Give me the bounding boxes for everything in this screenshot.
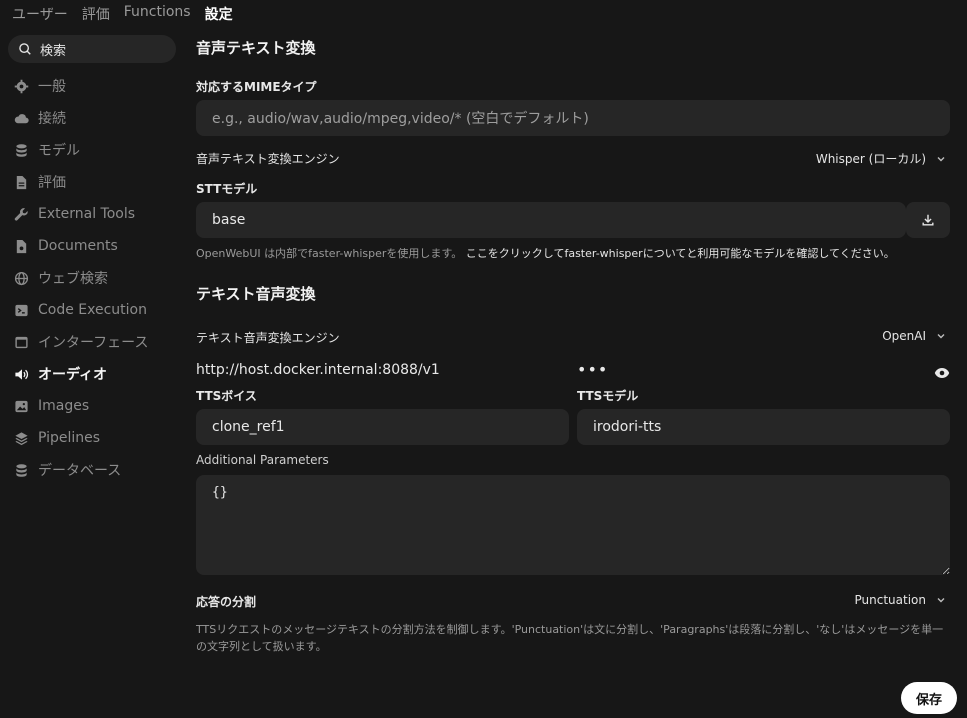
tts-section-title: テキスト音声変換 bbox=[196, 285, 316, 303]
tab-users[interactable]: ユーザー bbox=[12, 4, 68, 24]
additional-params-textarea[interactable]: {} bbox=[196, 475, 950, 575]
save-button[interactable]: 保存 bbox=[901, 682, 957, 714]
document-text-icon bbox=[16, 239, 27, 253]
sidebar-item-evaluations[interactable]: 評価 bbox=[14, 166, 184, 198]
sidebar-item-audio[interactable]: オーディオ bbox=[14, 358, 184, 390]
stt-section-title: 音声テキスト変換 bbox=[196, 39, 316, 57]
cloud-icon bbox=[14, 113, 29, 123]
sidebar-item-label: 一般 bbox=[38, 79, 66, 95]
sidebar-item-label: 評価 bbox=[38, 175, 66, 191]
sidebar-item-label: Code Execution bbox=[38, 302, 147, 318]
sidebar: 一般 接続 モデル 評価 External Tools Documents ウェ… bbox=[14, 70, 184, 486]
tab-settings[interactable]: 設定 bbox=[205, 4, 233, 24]
download-icon bbox=[922, 214, 934, 226]
sidebar-item-label: モデル bbox=[38, 143, 80, 159]
sidebar-item-label: データベース bbox=[38, 463, 122, 479]
stt-note-text: OpenWebUI は内部でfaster-whisperを使用します。 bbox=[196, 247, 463, 260]
tts-api-url-input[interactable]: http://host.docker.internal:8088/v1 bbox=[196, 362, 440, 378]
sidebar-item-label: ウェブ検索 bbox=[38, 271, 108, 287]
sidebar-item-models[interactable]: モデル bbox=[14, 134, 184, 166]
document-icon bbox=[16, 175, 27, 189]
tts-engine-label: テキスト音声変換エンジン bbox=[196, 331, 340, 345]
tts-voice-input[interactable]: clone_ref1 bbox=[196, 409, 569, 445]
faster-whisper-link[interactable]: ここをクリックしてfaster-whisperについてと利用可能なモデルを確認し… bbox=[466, 247, 895, 260]
sidebar-item-web-search[interactable]: ウェブ検索 bbox=[14, 262, 184, 294]
sidebar-item-label: 接続 bbox=[38, 111, 66, 127]
stt-engine-value: Whisper (ローカル) bbox=[815, 152, 926, 166]
download-model-button[interactable] bbox=[906, 202, 950, 238]
stt-model-input[interactable]: base bbox=[196, 202, 906, 238]
top-nav: ユーザー 評価 Functions 設定 bbox=[12, 4, 233, 24]
tts-voice-label: TTSボイス bbox=[196, 389, 257, 403]
search-box[interactable]: 検索 bbox=[8, 35, 176, 63]
speaker-icon bbox=[15, 368, 29, 380]
tab-evaluations[interactable]: 評価 bbox=[82, 4, 110, 24]
tts-model-label: TTSモデル bbox=[577, 389, 639, 403]
search-input[interactable]: 検索 bbox=[40, 40, 66, 59]
eye-icon bbox=[934, 368, 950, 378]
layers-icon bbox=[15, 431, 28, 445]
sidebar-item-label: インターフェース bbox=[38, 335, 149, 351]
response-split-label: 応答の分割 bbox=[196, 595, 257, 609]
mime-types-input[interactable]: e.g., audio/wav,audio/mpeg,video/* (空白でデ… bbox=[196, 100, 950, 136]
sidebar-item-images[interactable]: Images bbox=[14, 390, 184, 422]
stt-model-label: STTモデル bbox=[196, 182, 258, 196]
stt-engine-select[interactable]: Whisper (ローカル) bbox=[816, 150, 946, 167]
chevron-down-icon bbox=[937, 156, 945, 161]
response-split-select[interactable]: Punctuation bbox=[855, 593, 946, 607]
chevron-down-icon bbox=[937, 598, 945, 603]
sidebar-item-code-execution[interactable]: Code Execution bbox=[14, 294, 184, 326]
sidebar-item-label: External Tools bbox=[38, 206, 136, 222]
database-icon bbox=[16, 143, 27, 157]
response-split-value: Punctuation bbox=[854, 593, 926, 607]
sidebar-item-documents[interactable]: Documents bbox=[14, 230, 184, 262]
sidebar-item-general[interactable]: 一般 bbox=[14, 70, 184, 102]
image-icon bbox=[15, 400, 28, 412]
tts-engine-value: OpenAI bbox=[882, 329, 926, 343]
toggle-key-visibility-button[interactable] bbox=[934, 364, 950, 378]
sidebar-item-pipelines[interactable]: Pipelines bbox=[14, 422, 184, 454]
sidebar-item-label: オーディオ bbox=[38, 367, 108, 383]
sidebar-item-interface[interactable]: インターフェース bbox=[14, 326, 184, 358]
response-split-note: TTSリクエストのメッセージテキストの分割方法を制御します。'Punctuati… bbox=[196, 623, 944, 653]
mime-types-label: 対応するMIMEタイプ bbox=[196, 80, 317, 94]
database-icon bbox=[16, 463, 27, 477]
chevron-down-icon bbox=[937, 334, 945, 339]
tts-engine-select[interactable]: OpenAI bbox=[882, 329, 946, 343]
tab-functions[interactable]: Functions bbox=[124, 4, 191, 24]
stt-note: OpenWebUI は内部でfaster-whisperを使用します。 ここをク… bbox=[196, 245, 895, 262]
sidebar-item-external-tools[interactable]: External Tools bbox=[14, 198, 184, 230]
tts-api-key-input[interactable]: ••• bbox=[577, 360, 608, 379]
search-icon bbox=[19, 43, 31, 55]
window-icon bbox=[15, 336, 28, 348]
sidebar-item-label: Documents bbox=[38, 238, 118, 254]
gear-icon bbox=[14, 79, 29, 93]
sidebar-item-label: Pipelines bbox=[38, 430, 101, 446]
sidebar-item-connections[interactable]: 接続 bbox=[14, 102, 184, 134]
stt-engine-label: 音声テキスト変換エンジン bbox=[196, 152, 340, 166]
wrench-icon bbox=[14, 207, 28, 221]
globe-icon bbox=[14, 271, 29, 285]
tts-model-input[interactable]: irodori-tts bbox=[577, 409, 950, 445]
additional-params-label: Additional Parameters bbox=[196, 453, 329, 467]
sidebar-item-label: Images bbox=[38, 398, 90, 414]
sidebar-item-database[interactable]: データベース bbox=[14, 454, 184, 486]
terminal-icon bbox=[15, 304, 28, 316]
